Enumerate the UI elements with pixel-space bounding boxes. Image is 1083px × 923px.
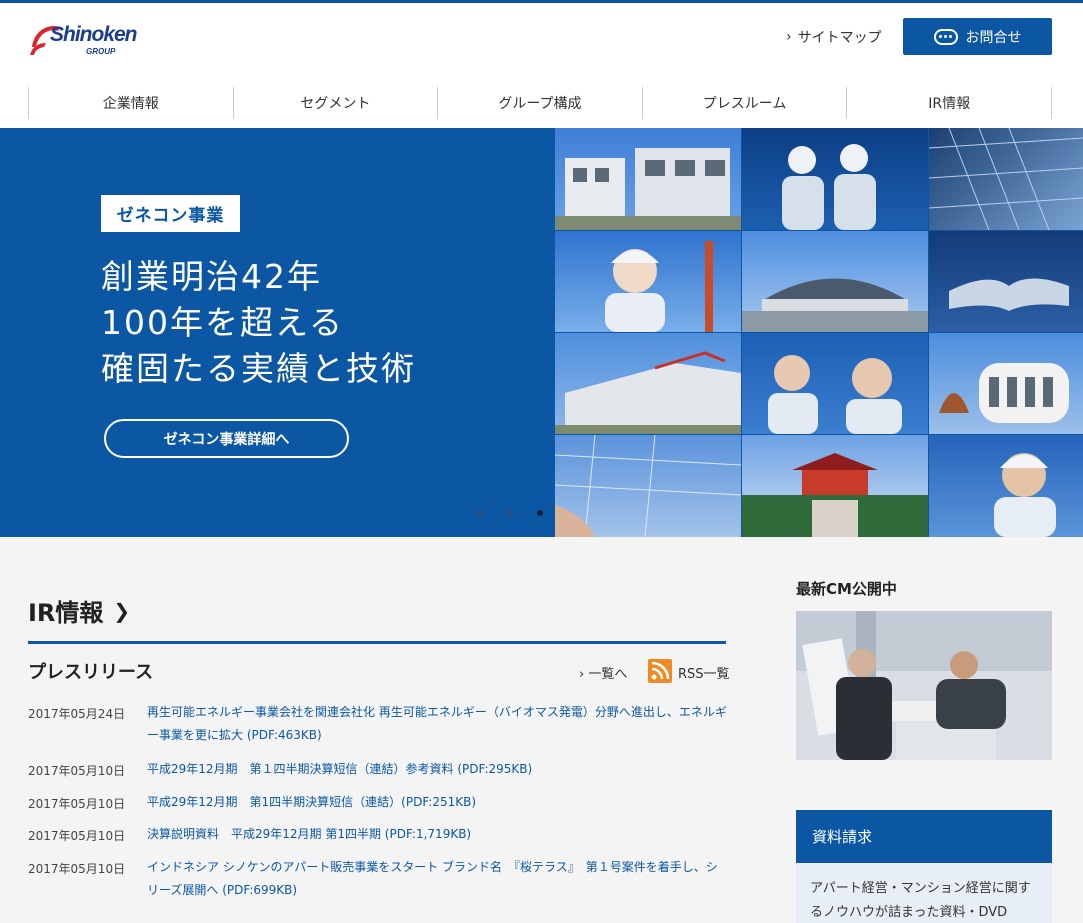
photo-round-building [929, 333, 1083, 434]
shinoken-logo[interactable]: Shinoken GROUP [28, 17, 138, 61]
nav-item-label: グループ構成 [498, 96, 582, 112]
hero-tag: ゼネコン事業 [101, 195, 240, 232]
hero-carousel: ゼネコン事業 創業明治42年 100年を超える 確固たる実績と技術 ゼネコン事業… [0, 128, 1083, 537]
news-date: 2017年05月10日 [28, 829, 126, 843]
nav-item-pressroom[interactable]: プレスルーム [643, 87, 848, 119]
contact-label: お問合せ [965, 29, 1022, 46]
press-list-label: 一覧へ [588, 667, 628, 682]
nav-item-segment[interactable]: セグメント [234, 87, 439, 119]
photo-handshake [929, 231, 1083, 332]
news-date: 2017年05月10日 [28, 862, 126, 876]
news-title-link[interactable]: 再生可能エネルギー事業会社を関連会社化 再生可能エネルギー（バイオマス発電）分野… [147, 701, 727, 747]
rss-list-link[interactable]: RSS一覧 [678, 663, 730, 682]
logo-wordmark: Shinoken [50, 23, 138, 46]
chat-bubble-icon [933, 28, 958, 45]
hero-line: 確固たる実績と技術 [101, 349, 416, 388]
photo-warehouse [555, 333, 741, 434]
nav-item-company[interactable]: 企業情報 [29, 87, 234, 119]
ir-heading: IR情報 [28, 599, 104, 627]
press-list-link[interactable]: › 一覧へ [579, 663, 627, 682]
logo-group-text: GROUP [86, 47, 116, 56]
sitemap-label: サイトマップ [797, 30, 882, 46]
news-title-link[interactable]: 平成29年12月期 第１四半期決算短信（連結）参考資料 (PDF:295KB) [147, 758, 727, 781]
global-nav: 企業情報 セグメント グループ構成 プレスルーム IR情報 [28, 87, 1052, 119]
hero-line: 100年を超える [101, 303, 344, 342]
news-date: 2017年05月10日 [28, 797, 126, 811]
photo-workers-helmets [742, 128, 928, 230]
chevron-right-icon: ❯ [113, 598, 131, 623]
cm-heading: 最新CM公開中 [796, 580, 897, 598]
news-date: 2017年05月24日 [28, 707, 126, 721]
hero-line: 創業明治42年 [101, 257, 322, 296]
hero-detail-button[interactable]: ゼネコン事業詳細へ [104, 419, 349, 458]
photo-smiling-workers [742, 333, 928, 434]
carousel-dot-active[interactable] [537, 510, 543, 516]
ir-heading-link[interactable]: IR情報 ❯ [28, 593, 130, 628]
hero-headline: 創業明治42年 100年を超える 確固たる実績と技術 [101, 254, 416, 392]
chevron-right-icon: › [786, 29, 792, 45]
photo-stadium [742, 231, 928, 332]
news-title-link[interactable]: インドネシア シノケンのアパート販売事業をスタート ブランド名 『桜テラス』 第… [147, 856, 727, 902]
rss-icon[interactable] [648, 659, 672, 683]
sitemap-link[interactable]: › サイトマップ [786, 27, 882, 47]
photo-apartment-building [555, 128, 741, 230]
carousel-dots [477, 510, 543, 516]
carousel-dot[interactable] [507, 510, 513, 516]
nav-item-label: 企業情報 [102, 96, 159, 112]
news-date: 2017年05月10日 [28, 764, 126, 778]
nav-item-label: プレスルーム [702, 96, 787, 112]
carousel-dot[interactable] [477, 510, 483, 516]
request-materials-button[interactable]: 資料請求 [796, 810, 1052, 863]
request-materials-text: アパート経営・マンション経営に関するノウハウが詰まった資料・DVD [796, 863, 1052, 923]
photo-glass-tower [929, 128, 1083, 230]
contact-button[interactable]: お問合せ [903, 18, 1052, 55]
news-title-link[interactable]: 平成29年12月期 第1四半期決算短信（連結）(PDF:251KB) [147, 791, 727, 814]
hero-photo-grid [555, 128, 1083, 537]
photo-worker-crane [555, 231, 741, 332]
nav-item-group[interactable]: グループ構成 [438, 87, 643, 119]
site-header: Shinoken GROUP › サイトマップ お問合せ 企業情報 セグメント … [0, 3, 1083, 128]
photo-worker-smile [929, 435, 1083, 537]
photo-shrine [742, 435, 928, 537]
ir-divider [28, 641, 726, 644]
cm-video-thumbnail[interactable] [796, 611, 1052, 760]
news-title-link[interactable]: 決算説明資料 平成29年12月期 第1四半期 (PDF:1,719KB) [147, 823, 727, 846]
nav-item-ir[interactable]: IR情報 [847, 87, 1052, 119]
photo-blueprint [555, 435, 741, 537]
nav-item-label: セグメント [300, 96, 371, 112]
press-release-heading: プレスリリース [28, 662, 154, 683]
nav-item-label: IR情報 [928, 96, 971, 112]
